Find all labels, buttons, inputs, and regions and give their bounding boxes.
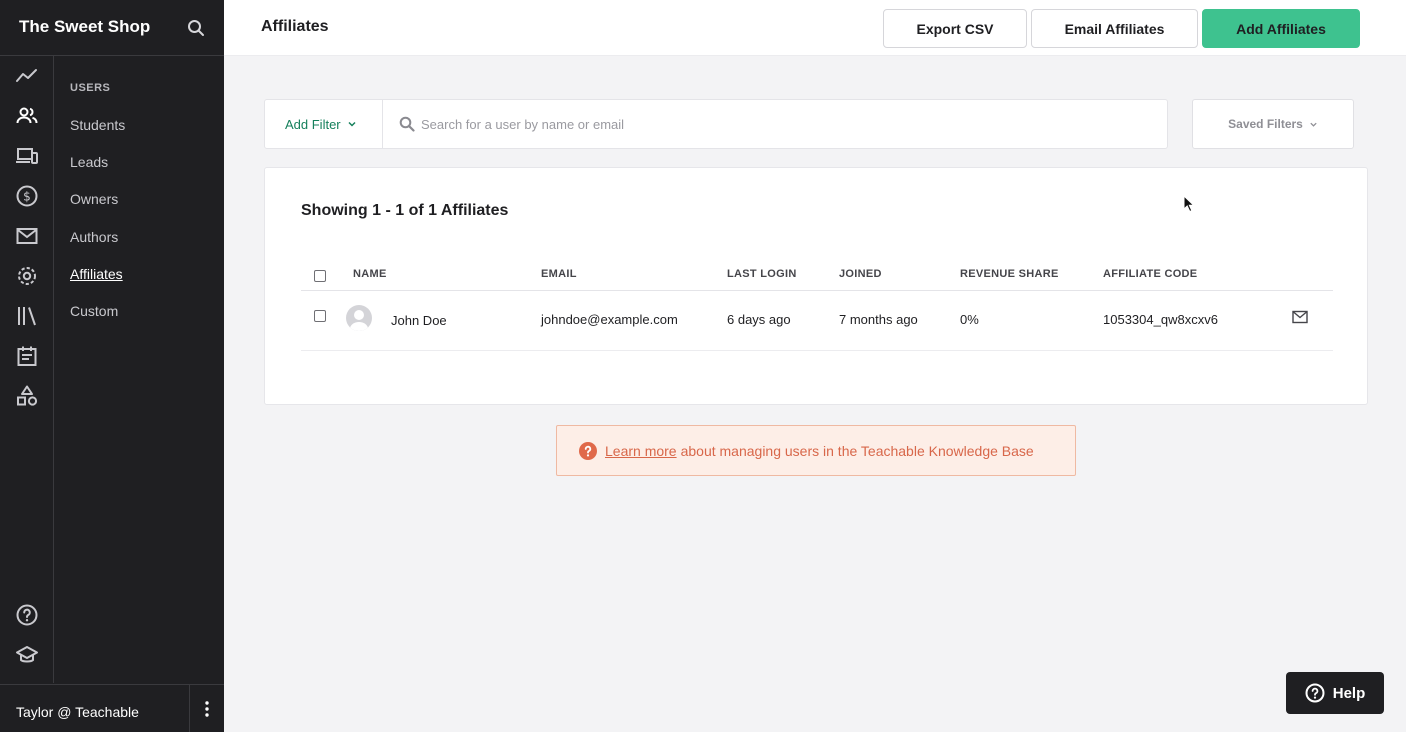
sidebar-item-affiliates[interactable]: Affiliates — [70, 266, 123, 282]
current-user[interactable]: Taylor @ Teachable — [16, 704, 139, 720]
chevron-down-icon — [348, 121, 356, 127]
learn-more-link[interactable]: Learn more — [605, 443, 677, 459]
affiliate-name[interactable]: John Doe — [391, 313, 447, 328]
help-circle-icon[interactable] — [15, 603, 39, 627]
cursor-icon — [1183, 195, 1195, 213]
sidebar-item-students[interactable]: Students — [70, 117, 125, 133]
add-filter-label: Add Filter — [285, 116, 341, 132]
analytics-icon[interactable] — [15, 64, 39, 88]
help-label: Help — [1332, 684, 1366, 702]
sales-icon[interactable]: $ — [15, 184, 39, 208]
saved-filters-dropdown[interactable]: Saved Filters — [1192, 99, 1354, 149]
subnav-heading: USERS — [70, 82, 111, 94]
brand-bar: The Sweet Shop — [0, 0, 224, 56]
sites-icon[interactable] — [15, 144, 39, 168]
chevron-down-icon — [1310, 122, 1317, 127]
help-button[interactable]: Help — [1286, 672, 1384, 714]
email-affiliates-button[interactable]: Email Affiliates — [1031, 9, 1198, 48]
users-icon[interactable] — [15, 104, 39, 128]
affiliates-table-card: Showing 1 - 1 of 1 Affiliates NAME EMAIL… — [264, 167, 1368, 405]
joined-date: 7 months ago — [839, 312, 918, 327]
academy-icon[interactable] — [15, 643, 39, 667]
column-header-name[interactable]: NAME — [353, 268, 387, 280]
row-divider — [301, 350, 1333, 351]
select-all-checkbox[interactable] — [314, 270, 326, 282]
column-header-joined[interactable]: JOINED — [839, 268, 882, 280]
revenue-share: 0% — [960, 312, 979, 327]
sidebar-item-custom[interactable]: Custom — [70, 303, 118, 319]
column-header-email[interactable]: EMAIL — [541, 268, 577, 280]
column-header-affiliate-code[interactable]: AFFILIATE CODE — [1103, 268, 1197, 280]
help-circle-icon — [1305, 683, 1325, 703]
question-icon — [579, 441, 597, 460]
avatar — [346, 305, 372, 331]
sidebar-item-owners[interactable]: Owners — [70, 191, 118, 207]
shapes-icon[interactable] — [15, 384, 39, 408]
library-icon[interactable] — [15, 304, 39, 328]
icon-rail: $ — [0, 56, 54, 683]
sidebar: The Sweet Shop $ USERS Students Leads Ow… — [0, 0, 224, 732]
email-icon[interactable] — [1292, 310, 1308, 324]
calendar-icon[interactable] — [15, 344, 39, 368]
affiliate-code: 1053304_qw8xcxv6 — [1103, 312, 1218, 327]
add-affiliates-button[interactable]: Add Affiliates — [1202, 9, 1360, 48]
results-count: Showing 1 - 1 of 1 Affiliates — [301, 202, 509, 219]
email-icon[interactable] — [15, 224, 39, 248]
affiliate-email: johndoe@example.com — [541, 312, 678, 327]
row-checkbox[interactable] — [314, 310, 326, 322]
knowledge-base-banner: Learn more about managing users in the T… — [556, 425, 1076, 476]
header-divider — [301, 290, 1333, 291]
column-header-last-login[interactable]: LAST LOGIN — [727, 268, 797, 280]
last-login: 6 days ago — [727, 312, 791, 327]
search-icon — [399, 116, 415, 132]
svg-text:$: $ — [23, 190, 31, 204]
export-csv-button[interactable]: Export CSV — [883, 9, 1027, 48]
user-bar: Taylor @ Teachable — [0, 684, 224, 732]
search-icon[interactable] — [186, 18, 206, 38]
top-header: Affiliates Export CSV Email Affiliates A… — [224, 0, 1406, 56]
saved-filters-label: Saved Filters — [1228, 117, 1303, 131]
school-name[interactable]: The Sweet Shop — [19, 17, 150, 37]
banner-text: about managing users in the Teachable Kn… — [680, 442, 1034, 459]
search-input[interactable] — [421, 110, 1141, 138]
sidebar-item-leads[interactable]: Leads — [70, 154, 108, 170]
settings-icon[interactable] — [15, 264, 39, 288]
add-filter-dropdown[interactable]: Add Filter — [265, 100, 383, 148]
more-options-icon[interactable] — [189, 685, 224, 732]
sidebar-item-authors[interactable]: Authors — [70, 229, 118, 245]
page-title: Affiliates — [261, 18, 329, 35]
column-header-revenue-share[interactable]: REVENUE SHARE — [960, 268, 1059, 280]
filter-bar: Add Filter — [264, 99, 1168, 149]
